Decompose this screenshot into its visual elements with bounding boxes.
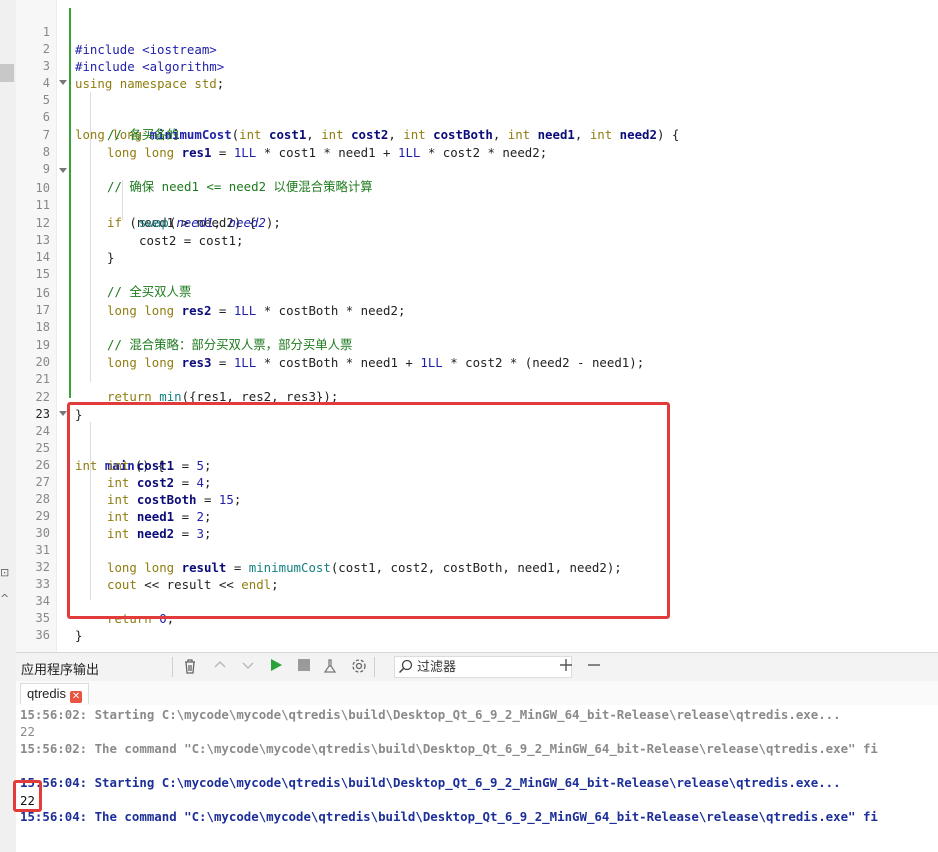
code-line: 20: [16, 337, 938, 369]
code-line: 9 // 确保 need1 <= need2 以便混合策略计算: [16, 144, 938, 194]
fold-arrow-icon[interactable]: [59, 411, 67, 416]
code-line: 14: [16, 232, 938, 264]
main-function-highlight-box: [67, 402, 670, 619]
clean-icon[interactable]: [322, 658, 338, 676]
code-line: 22 }: [16, 372, 938, 422]
trash-icon[interactable]: [182, 658, 198, 676]
plus-icon[interactable]: [558, 658, 574, 676]
down-arrow-icon[interactable]: [240, 658, 256, 676]
toolbar-divider: [172, 657, 173, 677]
output-line: 15:56:02: The command "C:\mycode\mycode\…: [20, 741, 878, 756]
up-arrow-icon[interactable]: [212, 658, 228, 676]
code-line: 3 using namespace std;: [16, 41, 938, 91]
code-line: 11 swap(need1, need2);: [16, 180, 938, 230]
settings-icon[interactable]: [350, 658, 368, 676]
tab-label: qtredis: [27, 686, 67, 701]
code-line: 19 long long res3 = 1LL * costBoth * nee…: [16, 320, 938, 370]
minus-icon[interactable]: [586, 658, 602, 676]
code-line: 2 #include <algorithm>: [16, 24, 938, 74]
code-line: 21 return min({res1, res2, res3});: [16, 354, 938, 404]
code-text: }: [75, 628, 83, 643]
code-line: 17: [16, 285, 938, 317]
output-line: 15:56:02: Starting C:\mycode\mycode\qtre…: [20, 707, 841, 722]
output-result-highlight-box: [13, 780, 42, 812]
toolbar-divider: [374, 657, 375, 677]
code-line: 5 long long minimumCost(int cost1, int c…: [16, 75, 938, 142]
code-line: 10 if (need1 > need2) {: [16, 163, 938, 230]
strip-selection-marker: [0, 64, 14, 82]
tab-qtredis[interactable]: qtredis ✕: [20, 683, 90, 704]
filter-input[interactable]: 过滤器: [394, 656, 572, 678]
output-line: 15:56:04: Starting C:\mycode\mycode\qtre…: [20, 775, 841, 790]
code-line: 1 #include <iostream>: [16, 7, 938, 57]
output-panel-toolbar: 应用程序输出 过滤器: [16, 652, 938, 682]
left-side-strip: ⊡ ^: [0, 0, 17, 852]
code-line: 7 long long res1 = 1LL * cost1 * need1 +…: [16, 110, 938, 160]
close-icon[interactable]: ✕: [70, 691, 83, 703]
stop-icon[interactable]: [296, 658, 312, 676]
output-line: 15:56:04: The command "C:\mycode\mycode\…: [20, 809, 878, 824]
line-number: 36: [35, 628, 50, 642]
code-line: 13 }: [16, 215, 938, 265]
code-line: 8: [16, 127, 938, 159]
filter-placeholder: 过滤器: [417, 659, 457, 674]
fold-arrow-icon[interactable]: [59, 168, 67, 173]
code-line: 4: [16, 58, 938, 90]
code-line: 6 // 各买各的: [16, 92, 938, 142]
output-line: 22: [20, 724, 35, 739]
run-icon[interactable]: [268, 658, 284, 676]
code-line: 16 long long res2 = 1LL * costBoth * nee…: [16, 268, 938, 318]
strip-panel-icon[interactable]: ⊡: [0, 566, 9, 579]
output-panel-title: 应用程序输出: [21, 662, 100, 677]
application-output[interactable]: 15:56:02: Starting C:\mycode\mycode\qtre…: [16, 705, 938, 852]
code-line: 15 // 全买双人票: [16, 249, 938, 299]
fold-arrow-icon[interactable]: [59, 80, 67, 85]
code-line: 18 // 混合策略：部分买双人票，部分买单人票: [16, 302, 938, 352]
output-tabs: qtredis ✕: [16, 681, 938, 705]
code-line: 12 cost2 = cost1;: [16, 198, 938, 248]
strip-collapse-icon[interactable]: ^: [0, 592, 9, 605]
search-icon: [398, 659, 413, 680]
